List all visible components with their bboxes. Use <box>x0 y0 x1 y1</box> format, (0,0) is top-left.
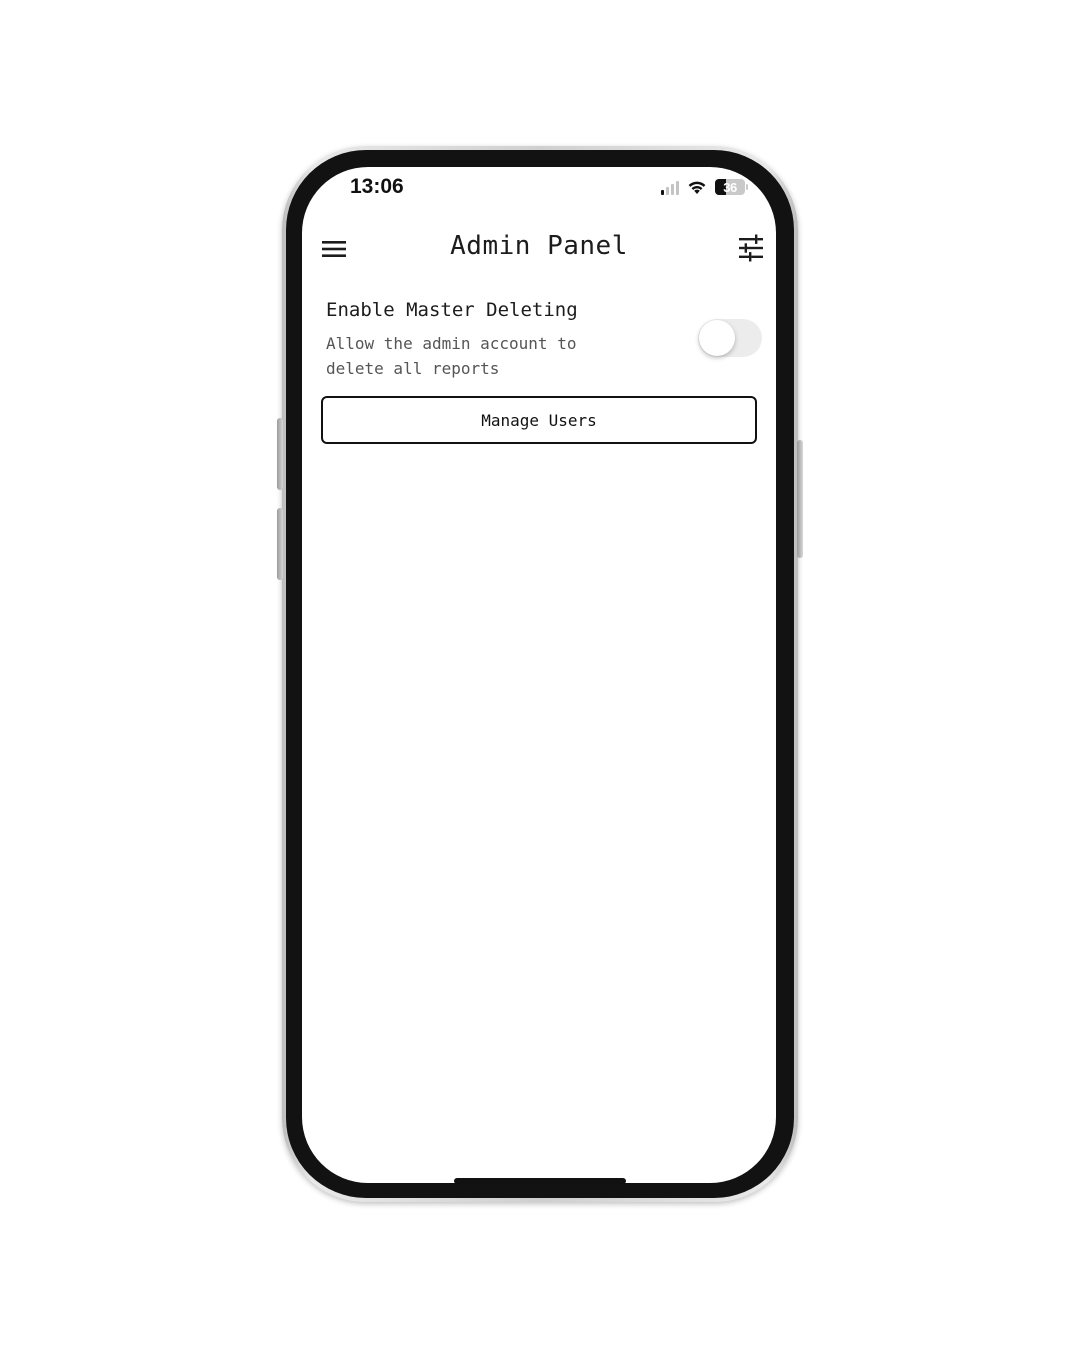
status-time: 13:06 <box>350 175 404 198</box>
volume-down-button <box>277 508 283 580</box>
app-bar: Admin Panel <box>302 225 776 273</box>
cellular-signal-icon <box>661 179 679 195</box>
master-deleting-toggle[interactable] <box>698 319 762 357</box>
power-button <box>797 440 803 558</box>
volume-up-button <box>277 418 283 490</box>
battery-percent: 36 <box>723 179 737 195</box>
app-screen: 13:06 36 Admin Panel Enable Master Delet… <box>302 167 776 1183</box>
manage-users-button[interactable]: Manage Users <box>321 396 757 444</box>
device-mockup: 13:06 36 Admin Panel Enable Master Delet… <box>0 0 1080 1350</box>
toggle-knob <box>699 320 735 356</box>
home-indicator <box>454 1178 626 1184</box>
tune-icon[interactable] <box>736 233 766 263</box>
master-deleting-setting: Enable Master Deleting Allow the admin a… <box>326 299 762 379</box>
battery-icon: 36 <box>715 179 748 195</box>
wifi-icon <box>688 181 706 194</box>
setting-title: Enable Master Deleting <box>326 299 578 321</box>
setting-description: Allow the admin account to delete all re… <box>326 334 577 378</box>
page-title: Admin Panel <box>450 231 628 261</box>
status-icons: 36 <box>661 177 748 197</box>
